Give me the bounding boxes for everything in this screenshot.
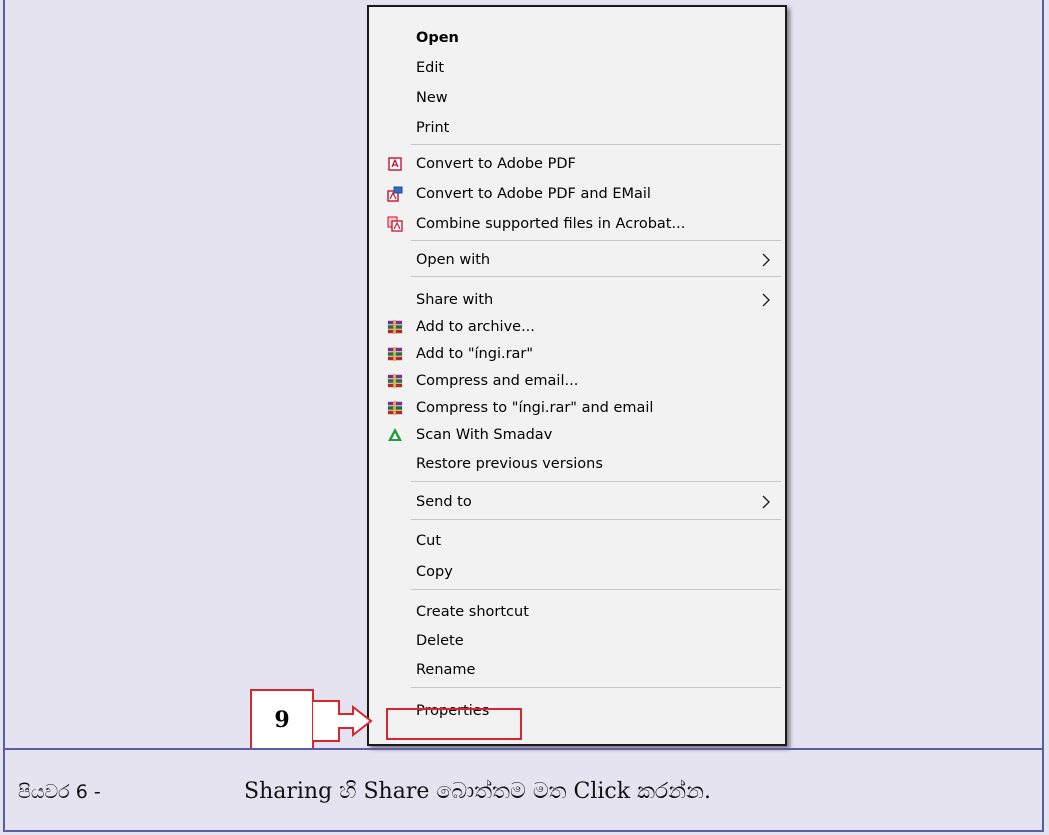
menu-item-compress-and-email[interactable]: Compress and email... <box>369 366 785 396</box>
menu-item-label: Add to "íngi.rar" <box>416 346 534 362</box>
menu-item-scan-with-smadav[interactable]: Scan With Smadav <box>369 420 785 450</box>
menu-item-combine-in-acrobat[interactable]: Combine supported files in Acrobat... <box>369 209 785 239</box>
winrar-icon <box>387 346 403 362</box>
menu-item-label: Compress and email... <box>416 373 579 389</box>
menu-item-label: Rename <box>416 662 476 678</box>
adobe-pdf-email-icon <box>387 186 403 202</box>
menu-item-label: New <box>416 90 448 106</box>
menu-separator <box>411 144 781 145</box>
menu-item-label: Convert to Adobe PDF and EMail <box>416 186 651 202</box>
menu-item-label: Create shortcut <box>416 604 529 620</box>
context-menu: Open Edit New Print Convert to Adobe PDF… <box>367 5 787 746</box>
menu-item-copy[interactable]: Copy <box>369 557 785 587</box>
menu-item-label: Share with <box>416 292 494 308</box>
menu-item-create-shortcut[interactable]: Create shortcut <box>369 597 785 627</box>
menu-item-label: Combine supported files in Acrobat... <box>416 216 686 232</box>
divider <box>5 748 1044 750</box>
menu-item-send-to[interactable]: Send to <box>369 487 785 517</box>
menu-separator <box>411 276 781 277</box>
chevron-right-icon <box>762 293 770 307</box>
menu-item-new[interactable]: New <box>369 83 785 113</box>
menu-item-label: Restore previous versions <box>416 456 603 472</box>
menu-item-compress-to-rar-and-email[interactable]: Compress to "íngi.rar" and email <box>369 393 785 423</box>
menu-item-label: Open with <box>416 252 491 268</box>
menu-item-label: Open <box>416 30 459 46</box>
menu-item-cut[interactable]: Cut <box>369 526 785 556</box>
menu-item-label: Edit <box>416 60 445 76</box>
menu-item-label: Copy <box>416 564 453 580</box>
menu-item-add-to-rar[interactable]: Add to "íngi.rar" <box>369 339 785 369</box>
menu-item-label: Compress to "íngi.rar" and email <box>416 400 654 416</box>
winrar-icon <box>387 400 403 416</box>
menu-item-convert-to-adobe-pdf-email[interactable]: Convert to Adobe PDF and EMail <box>369 179 785 209</box>
menu-item-open[interactable]: Open <box>369 23 785 53</box>
menu-separator <box>411 481 781 482</box>
menu-item-edit[interactable]: Edit <box>369 53 785 83</box>
menu-item-open-with[interactable]: Open with <box>369 245 785 275</box>
menu-item-delete[interactable]: Delete <box>369 626 785 656</box>
step-instruction: Sharing හි Share බොත්තම මත Click කරන්න. <box>244 779 711 804</box>
menu-item-label: Delete <box>416 633 464 649</box>
menu-item-label: Add to archive... <box>416 319 535 335</box>
menu-item-label: Scan With Smadav <box>416 427 553 443</box>
adobe-pdf-icon <box>387 156 403 172</box>
menu-separator <box>411 240 781 241</box>
menu-item-label: Send to <box>416 494 472 510</box>
menu-item-label: Convert to Adobe PDF <box>416 156 576 172</box>
properties-highlight-box <box>386 708 522 740</box>
step-label: පියවර 6 - <box>18 781 101 803</box>
menu-item-print[interactable]: Print <box>369 113 785 143</box>
smadav-icon <box>387 427 403 443</box>
menu-separator <box>411 519 781 520</box>
menu-item-label: Cut <box>416 533 441 549</box>
step-number-callout: 9 <box>250 689 314 750</box>
menu-item-convert-to-adobe-pdf[interactable]: Convert to Adobe PDF <box>369 149 785 179</box>
acrobat-combine-icon <box>387 216 403 232</box>
menu-separator <box>411 589 781 590</box>
menu-item-restore-previous-versions[interactable]: Restore previous versions <box>369 449 785 479</box>
chevron-right-icon <box>762 495 770 509</box>
arrow-right-icon <box>313 700 373 742</box>
winrar-icon <box>387 373 403 389</box>
menu-item-share-with[interactable]: Share with <box>369 285 785 315</box>
chevron-right-icon <box>762 253 770 267</box>
menu-item-add-to-archive[interactable]: Add to archive... <box>369 312 785 342</box>
menu-item-rename[interactable]: Rename <box>369 655 785 685</box>
menu-item-label: Print <box>416 120 450 136</box>
menu-separator <box>411 687 781 688</box>
step-number: 9 <box>274 706 290 733</box>
winrar-icon <box>387 319 403 335</box>
